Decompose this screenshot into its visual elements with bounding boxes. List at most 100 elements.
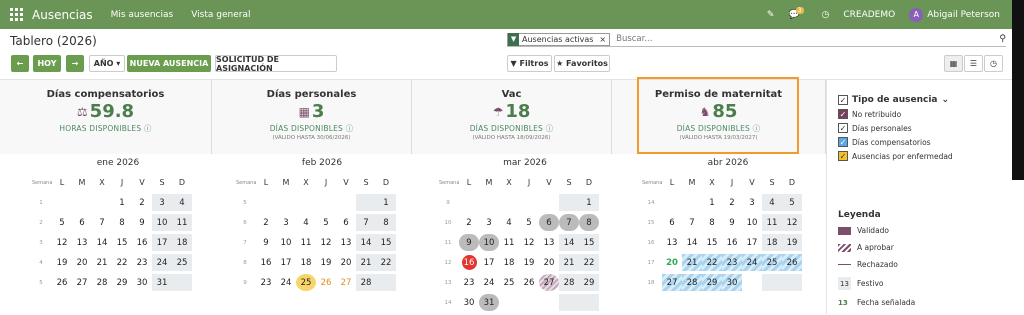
absence-type-header[interactable]: ✓ Tipo de ausencia ⌄ [838, 95, 1008, 105]
day-cell[interactable]: 21 [356, 254, 376, 271]
company-name[interactable]: CREADEMO [843, 10, 895, 20]
day-cell[interactable]: 27 [539, 274, 559, 291]
day-cell[interactable]: 17 [479, 254, 499, 271]
day-cell[interactable]: 15 [702, 234, 722, 251]
help-icon[interactable]: ⓘ [144, 124, 152, 133]
checkbox-icon[interactable]: ✓ [838, 123, 848, 133]
day-cell[interactable]: 4 [762, 194, 782, 211]
day-cell[interactable]: 25 [172, 254, 192, 271]
clock-icon[interactable]: ◷ [822, 10, 830, 20]
day-cell[interactable]: 28 [356, 274, 376, 291]
day-cell[interactable]: 9 [256, 234, 276, 251]
day-cell[interactable]: 19 [52, 254, 72, 271]
day-cell[interactable]: 22 [376, 254, 396, 271]
day-cell[interactable]: 22 [579, 254, 599, 271]
day-cell[interactable]: 12 [519, 234, 539, 251]
day-cell[interactable]: 14 [92, 234, 112, 251]
day-cell[interactable]: 28 [559, 274, 579, 291]
day-cell[interactable]: 27 [72, 274, 92, 291]
day-cell[interactable]: 1 [376, 194, 396, 211]
next-button[interactable]: → [66, 55, 84, 72]
day-cell[interactable]: 3 [479, 214, 499, 231]
day-cell[interactable]: 10 [479, 234, 499, 251]
day-cell[interactable]: 3 [276, 214, 296, 231]
absence-type-item[interactable]: ✓ Días compensatorios [838, 137, 1008, 147]
day-cell[interactable]: 8 [702, 214, 722, 231]
day-cell[interactable]: 13 [72, 234, 92, 251]
calendar-view-icon[interactable]: ▦ [944, 55, 963, 72]
day-cell[interactable]: 6 [72, 214, 92, 231]
chat-icon[interactable]: 💬3 [788, 6, 807, 20]
day-cell[interactable]: 24 [479, 274, 499, 291]
day-cell[interactable]: 17 [152, 234, 172, 251]
day-cell[interactable]: 27 [336, 274, 356, 291]
day-cell[interactable]: 23 [722, 254, 742, 271]
day-cell[interactable]: 29 [112, 274, 132, 291]
day-cell[interactable]: 25 [499, 274, 519, 291]
day-cell[interactable]: 27 [662, 274, 682, 291]
day-cell[interactable]: 28 [682, 274, 702, 291]
day-cell[interactable]: 2 [459, 214, 479, 231]
day-cell[interactable]: 19 [782, 234, 802, 251]
today-button[interactable]: HOY [33, 55, 61, 72]
day-cell[interactable]: 2 [256, 214, 276, 231]
year-dropdown[interactable]: AÑO ▾ [89, 55, 125, 72]
day-cell[interactable]: 18 [296, 254, 316, 271]
day-cell[interactable]: 9 [722, 214, 742, 231]
apps-menu-icon[interactable] [10, 7, 24, 22]
day-cell[interactable]: 16 [722, 234, 742, 251]
day-cell[interactable]: 6 [662, 214, 682, 231]
day-cell[interactable]: 31 [152, 274, 172, 291]
day-cell[interactable]: 8 [112, 214, 132, 231]
menu-overview[interactable]: Vista general [191, 10, 250, 20]
search-input[interactable]: Buscar... [616, 34, 652, 44]
allocation-request-button[interactable]: SOLICITUD DE ASIGNACIÓN [215, 55, 337, 73]
day-cell[interactable]: 8 [376, 214, 396, 231]
day-cell[interactable]: 30 [722, 274, 742, 291]
checkbox-icon[interactable]: ✓ [838, 151, 848, 161]
day-cell[interactable]: 14 [682, 234, 702, 251]
checkbox-icon[interactable]: ✓ [838, 137, 848, 147]
day-cell[interactable]: 5 [52, 214, 72, 231]
day-cell[interactable]: 1 [112, 194, 132, 211]
day-cell[interactable]: 19 [519, 254, 539, 271]
day-cell[interactable]: 25 [762, 254, 782, 271]
day-cell[interactable]: 16 [132, 234, 152, 251]
day-cell[interactable]: 8 [579, 214, 599, 231]
day-cell[interactable]: 13 [539, 234, 559, 251]
day-cell[interactable]: 9 [459, 234, 479, 251]
day-cell[interactable]: 11 [296, 234, 316, 251]
day-cell[interactable]: 29 [579, 274, 599, 291]
day-cell[interactable]: 20 [539, 254, 559, 271]
day-cell[interactable]: 23 [132, 254, 152, 271]
day-cell[interactable]: 4 [172, 194, 192, 211]
day-cell[interactable]: 15 [376, 234, 396, 251]
day-cell[interactable]: 24 [152, 254, 172, 271]
activity-view-icon[interactable]: ◷ [984, 55, 1003, 72]
day-cell[interactable]: 6 [539, 214, 559, 231]
day-cell[interactable]: 3 [742, 194, 762, 211]
day-cell[interactable]: 7 [92, 214, 112, 231]
day-cell[interactable]: 10 [742, 214, 762, 231]
search-facet[interactable]: ▼ Ausencias activas × [507, 32, 611, 46]
checkbox-icon[interactable]: ✓ [838, 109, 848, 119]
day-cell[interactable]: 20 [662, 254, 682, 271]
search-bar[interactable]: ▼ Ausencias activas × Buscar... ⚲ [507, 32, 1006, 47]
day-cell[interactable]: 26 [316, 274, 336, 291]
day-cell[interactable]: 23 [256, 274, 276, 291]
day-cell[interactable]: 22 [702, 254, 722, 271]
day-cell[interactable]: 31 [479, 294, 499, 311]
favorites-button[interactable]: ★ Favoritos [554, 55, 610, 72]
absence-type-item[interactable]: ✓ Ausencias por enfermedad [838, 151, 1008, 161]
day-cell[interactable]: 15 [579, 234, 599, 251]
new-absence-button[interactable]: NUEVA AUSENCIA [127, 55, 211, 72]
prev-button[interactable]: ← [11, 55, 29, 72]
list-view-icon[interactable]: ☰ [964, 55, 983, 72]
day-cell[interactable]: 10 [152, 214, 172, 231]
day-cell[interactable]: 12 [782, 214, 802, 231]
day-cell[interactable]: 16 [461, 255, 477, 270]
day-cell[interactable]: 18 [172, 234, 192, 251]
day-cell[interactable]: 20 [336, 254, 356, 271]
filters-button[interactable]: ▼ Filtros [507, 55, 552, 72]
day-cell[interactable]: 9 [132, 214, 152, 231]
